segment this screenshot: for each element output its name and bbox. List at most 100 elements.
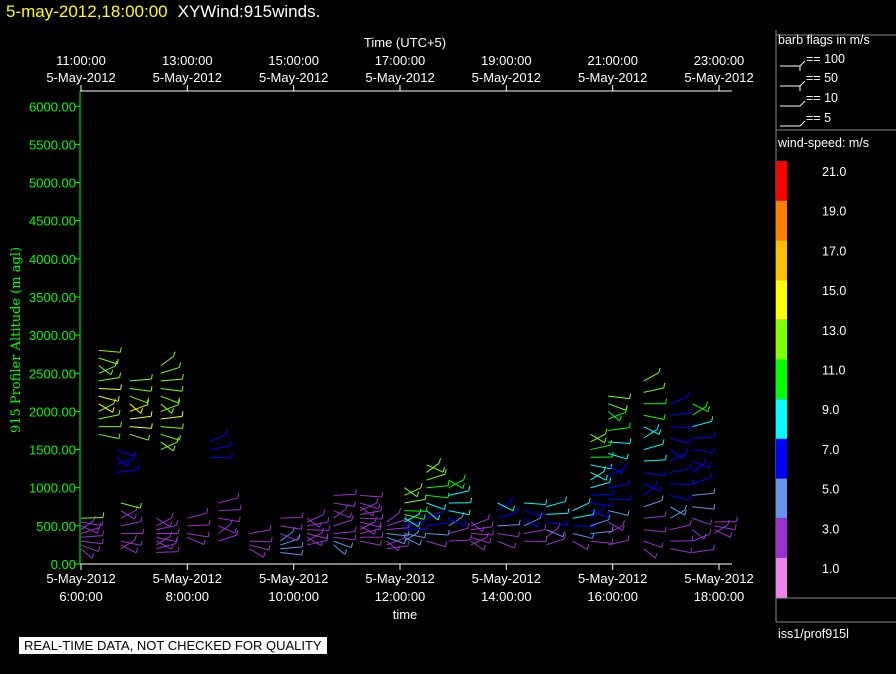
wind-barb-feather [354,534,357,540]
wind-barb [572,513,594,519]
wind-barb-feather [655,480,658,487]
wind-barb [160,433,180,441]
wind-barb [426,485,449,489]
wind-barb-feather [627,510,630,516]
wind-barb-feather [181,374,184,380]
wind-barb-feather [656,424,660,430]
wind-barb [692,436,715,439]
wind-barb [643,515,666,519]
wind-barb-feather [301,549,304,556]
wind-barb-feather [688,438,691,444]
wind-barb [187,532,209,538]
wind-barb-feather [150,411,153,417]
wind-barb [98,433,120,440]
wind-barb [120,521,142,527]
wind-barb-feather [684,504,687,511]
wind-barb [160,403,173,414]
wind-barb [670,524,691,531]
wind-barb [306,539,328,546]
wind-barb-feather [353,501,356,507]
x-tick-time-label: 8:00:00 [166,589,209,604]
wind-barb-feather [661,495,664,501]
wind-barb-feather [661,542,664,548]
x-tick-time-label: 6:00:00 [59,589,102,604]
wind-barb [497,532,519,538]
x-tick-time-label: 10:00:00 [268,589,319,604]
wind-barb-feather [462,483,465,489]
colorbar-swatch [776,280,787,320]
wind-barb-feather [729,532,733,538]
wind-barb-feather [518,519,521,525]
wind-barb-feather [178,362,182,368]
x2-tick-time-label: 17:00:00 [375,53,426,68]
wind-barb-feather [375,498,379,504]
wind-barb [160,356,174,367]
wind-barb-feather [117,396,120,402]
wind-barb [448,539,471,542]
wind-barb-feather [491,521,494,527]
x-tick-date-label: 5-May-2012 [578,571,647,586]
wind-barb [692,460,710,469]
wind-barb-feather [586,544,590,550]
wind-barb-feather [564,496,568,502]
wind-barb [692,406,707,416]
wind-barb-feather [177,528,180,534]
x2-tick-time-label: 11:00:00 [56,53,106,68]
wind-barb-feather [119,347,122,353]
wind-barb [546,500,566,508]
x2-tick-date-label: 5-May-2012 [153,70,222,85]
wind-barb [360,521,380,528]
colorbar-swatch [776,240,787,281]
wind-barb-feather [536,521,540,528]
wind-barb [249,540,272,543]
wind-barb [643,443,664,451]
wind-profile-chart: 0.00 500.00 1000.00 1500.00 2000.00 2500.00 30… [9,30,896,623]
barb-flags-title: barb flags in m/s [778,33,870,47]
x2-tick-date-label: 5-May-2012 [684,70,753,85]
wind-barb-feather [625,405,628,411]
wind-barb-feather [611,489,614,495]
wind-barb [98,414,120,420]
wind-barb [98,365,112,376]
wind-barb-feather [713,431,716,438]
wind-barb-feather [208,519,211,525]
wind-barb [608,539,629,546]
wind-barb [426,540,446,548]
wind-barb [643,429,658,439]
product-label: XYWind:915winds. [177,2,321,21]
wind-barb-feather [354,489,357,495]
wind-barb-feather [112,407,115,413]
wind-barb-feather [96,528,100,534]
wind-barb-feather [150,374,153,380]
wind-barb-feather [689,495,692,501]
x2-tick-date-label: 5-May-2012 [46,70,115,85]
wind-barb [669,449,684,459]
wind-barb-feather [518,531,520,537]
wind-barb-feather [662,439,665,445]
colorbar-label: 3.0 [822,522,839,536]
barb-flag-icon [799,100,806,107]
colorbar-swatch [776,558,787,598]
wind-barb [590,444,611,451]
wind-barb [280,525,302,530]
wind-barb-feather [236,530,239,536]
wind-barb-feather [301,541,304,547]
wind-barb-feather [118,409,121,415]
colorbar-swatch [776,359,787,400]
x2-tick-time-label: 15:00:00 [268,53,319,68]
colorbar-label: 9.0 [822,403,839,417]
wind-barb-feather [150,423,153,429]
wind-barb-feather [713,503,716,510]
wind-barb-feather [663,414,666,420]
colorbar-swatch [776,200,787,241]
wind-barb [608,498,631,501]
wind-barb-feather [172,445,176,452]
wind-barb-feather [708,462,712,469]
wind-barb [218,517,240,523]
x2-tick-date-label: 5-May-2012 [365,70,434,85]
y-tick-label: 5000.00 [29,176,76,191]
wind-barb [692,549,714,554]
wind-barb [280,546,303,550]
wind-barb-feather [380,540,382,546]
wind-barb-feather [378,503,381,509]
